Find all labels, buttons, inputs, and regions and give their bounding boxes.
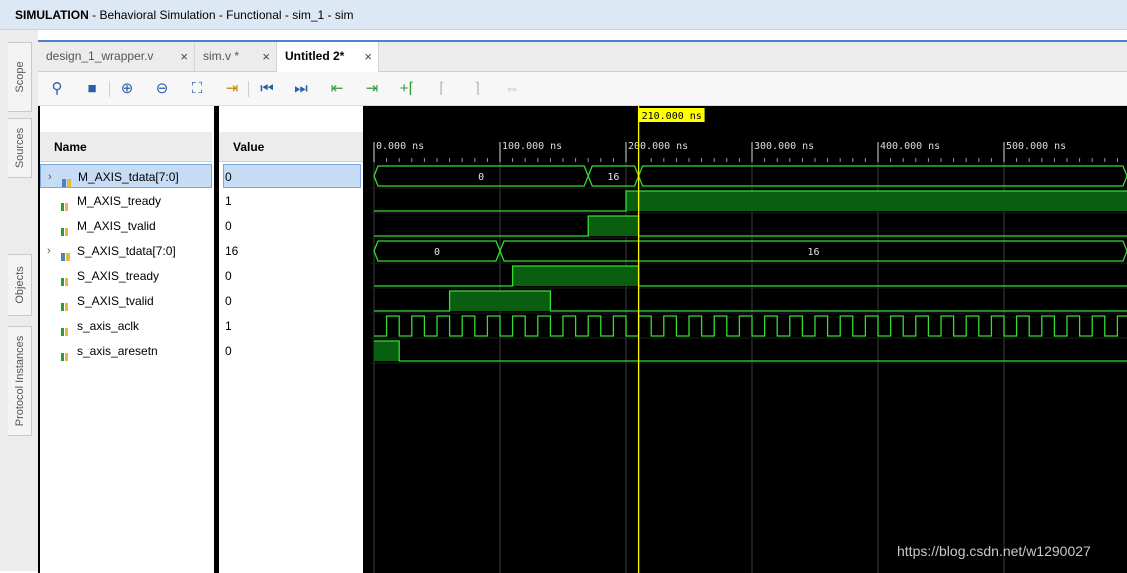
close-icon[interactable]: × <box>180 42 188 71</box>
add-marker-icon[interactable]: +⌈ <box>396 78 418 100</box>
waveform-canvas[interactable]: 0.000 ns 100.000 ns 200.000 ns 300.000 ns 40… <box>371 106 1127 573</box>
bus-value-label: 16 <box>807 247 819 258</box>
signal-value: 1 <box>225 194 232 208</box>
high-fill <box>449 291 551 311</box>
high-fill <box>588 216 639 236</box>
side-tab-bar: Scope Sources Objects Protocol Instances <box>0 30 38 571</box>
editor-tabs: design_1_wrapper.v × sim.v * × Untitled 2*… <box>38 42 1127 72</box>
signal-name: s_axis_aclk <box>77 319 140 333</box>
tick-label: 100.000 ns <box>502 141 562 152</box>
signal-row[interactable]: S_AXIS_tready <box>40 264 212 288</box>
signal-row[interactable]: s_axis_aresetn <box>40 339 212 363</box>
swap-cursors-icon[interactable]: ⇔ <box>501 78 523 100</box>
search-icon[interactable]: ⚲ <box>46 78 68 100</box>
go-to-cursor-icon[interactable]: ⇥ <box>221 78 243 100</box>
signal-name: s_axis_aresetn <box>77 344 158 358</box>
signal-name: S_AXIS_tvalid <box>77 294 154 308</box>
signal-name: S_AXIS_tdata[7:0] <box>77 244 176 258</box>
signal-icon <box>61 196 71 211</box>
previous-marker-icon[interactable]: ⌈ <box>431 78 453 100</box>
side-tab-protocol-instances[interactable]: Protocol Instances <box>8 326 32 436</box>
side-tab-sources[interactable]: Sources <box>8 118 32 178</box>
waveform-area: Name › M_AXIS_tdata[7:0] M_AXIS_tready M_AX… <box>38 106 1127 573</box>
bus-value-label: 0 <box>478 172 484 183</box>
signal-icon <box>61 271 71 286</box>
signal-waveform <box>374 215 1127 237</box>
next-transition-icon[interactable]: ⇥ <box>361 78 383 100</box>
cursor-time-label: 210.000 ns <box>642 111 702 122</box>
signal-row[interactable]: M_AXIS_tready <box>40 189 212 213</box>
signal-name: M_AXIS_tvalid <box>77 219 156 233</box>
signal-value: 1 <box>225 319 232 333</box>
name-column: Name › M_AXIS_tdata[7:0] M_AXIS_tready M_AX… <box>40 106 214 573</box>
signal-row[interactable]: M_AXIS_tvalid <box>40 214 212 238</box>
bus-icon <box>62 172 72 187</box>
signal-row[interactable]: › S_AXIS_tdata[7:0] <box>40 239 212 263</box>
expand-icon[interactable]: › <box>48 165 52 189</box>
signal-icon <box>61 321 71 336</box>
tick-label: 300.000 ns <box>754 141 814 152</box>
signal-value: 0 <box>225 294 232 308</box>
tick-label: 0.000 ns <box>376 141 424 152</box>
side-tab-objects[interactable]: Objects <box>8 254 32 316</box>
bus-value-label: 0 <box>434 247 440 258</box>
tick-label: 200.000 ns <box>628 141 688 152</box>
high-fill <box>512 266 639 286</box>
bus-segment <box>637 165 1127 187</box>
expand-icon[interactable]: › <box>47 239 51 263</box>
value-column-header[interactable]: Value <box>219 132 363 162</box>
clock-waveform <box>374 315 1127 337</box>
go-to-end-icon[interactable]: ⏭ <box>290 78 312 100</box>
tab-design-1-wrapper[interactable]: design_1_wrapper.v × <box>38 42 195 71</box>
go-to-start-icon[interactable]: ⏮ <box>256 78 278 100</box>
signal-row[interactable]: s_axis_aclk <box>40 314 212 338</box>
zoom-fit-icon[interactable]: ⛶ <box>186 78 208 100</box>
watermark: https://blog.csdn.net/w1290027 <box>897 543 1091 559</box>
signal-icon <box>61 296 71 311</box>
tab-sim-v[interactable]: sim.v * × <box>195 42 277 71</box>
close-icon[interactable]: × <box>262 42 270 71</box>
signal-value: 0 <box>225 219 232 233</box>
signal-name: S_AXIS_tready <box>77 269 160 283</box>
signal-name: M_AXIS_tready <box>77 194 162 208</box>
value-column: Value 0 1 0 16 0 0 1 0 <box>219 106 363 573</box>
high-fill <box>626 191 1127 211</box>
side-tab-scope[interactable]: Scope <box>8 42 32 112</box>
save-icon[interactable]: ■ <box>81 78 103 100</box>
signal-value: 16 <box>225 244 239 258</box>
signal-icon <box>61 346 71 361</box>
signal-value: 0 <box>225 344 232 358</box>
zoom-out-icon[interactable]: ⊖ <box>151 78 173 100</box>
high-fill <box>374 341 400 361</box>
signal-waveform <box>374 340 1127 362</box>
signal-icon <box>61 221 71 236</box>
waveform-toolbar: ⚲ ■ ⊕ ⊖ ⛶ ⇥ ⏮ ⏭ ⇤ ⇥ +⌈ ⌈ ⌉ ⇔ <box>38 72 1127 106</box>
zoom-in-icon[interactable]: ⊕ <box>116 78 138 100</box>
close-icon[interactable]: × <box>364 42 372 71</box>
signal-waveform <box>374 265 1127 287</box>
previous-transition-icon[interactable]: ⇤ <box>326 78 348 100</box>
window-title: SIMULATION - Behavioral Simulation - Fun… <box>0 0 1127 30</box>
tab-untitled-2[interactable]: Untitled 2* × <box>277 42 379 72</box>
tick-label: 500.000 ns <box>1006 141 1066 152</box>
next-marker-icon[interactable]: ⌉ <box>466 78 488 100</box>
bus-icon <box>61 246 71 261</box>
signal-row[interactable]: › M_AXIS_tdata[7:0] <box>40 164 212 188</box>
bus-value-label: 16 <box>607 172 619 183</box>
signal-name: M_AXIS_tdata[7:0] <box>78 170 179 184</box>
tick-label: 400.000 ns <box>880 141 940 152</box>
signal-row[interactable]: S_AXIS_tvalid <box>40 289 212 313</box>
signal-value: 0 <box>223 164 361 188</box>
name-column-header[interactable]: Name <box>40 132 212 162</box>
signal-value: 0 <box>225 269 232 283</box>
waveform-panel: design_1_wrapper.v × sim.v * × Untitled 2*… <box>38 40 1127 573</box>
